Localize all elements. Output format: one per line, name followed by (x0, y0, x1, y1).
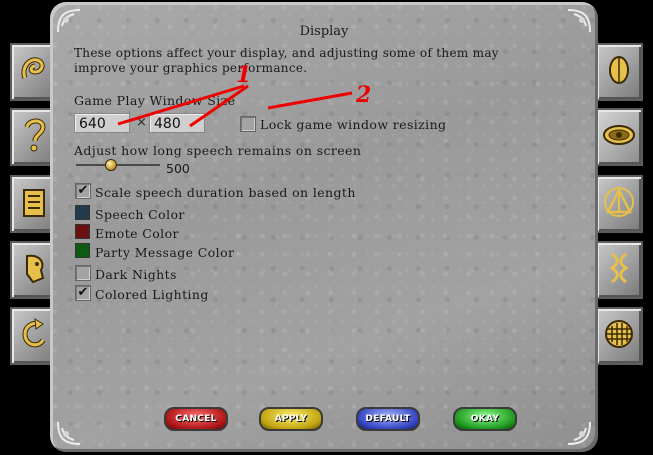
lock-window-checkbox[interactable] (240, 116, 256, 132)
speech-color-swatch[interactable] (75, 205, 90, 220)
emote-color-swatch[interactable] (75, 224, 90, 239)
triangle-icon (602, 182, 636, 226)
lock-window-label: Lock game window resizing (260, 117, 447, 132)
speech-duration-slider-knob[interactable] (104, 159, 117, 171)
dialog-title: Display (299, 24, 349, 39)
speech-duration-label: Adjust how long speech remains on screen (74, 143, 362, 158)
cancel-button[interactable]: CANCEL (164, 407, 228, 431)
default-button[interactable]: DEFAULT (356, 407, 420, 431)
speech-color-label: Speech Color (95, 207, 185, 222)
colored-lighting-checkbox[interactable]: ✔ (75, 285, 91, 301)
display-options-panel: Display These options affect your displa… (50, 2, 598, 452)
window-size-label: Game Play Window Size (74, 93, 236, 108)
face-icon (17, 248, 51, 292)
speech-duration-track[interactable] (76, 164, 160, 166)
apply-button[interactable]: APPLY (259, 407, 323, 431)
scale-speech-checkbox[interactable]: ✔ (75, 183, 91, 199)
window-height-input[interactable]: 480 (149, 113, 205, 133)
party-color-label: Party Message Color (95, 245, 235, 260)
corner-ornament-icon (54, 418, 84, 448)
tab-right-3[interactable] (595, 175, 643, 233)
pouch-icon (602, 50, 636, 94)
eye-icon (602, 115, 636, 159)
annotation-label-2: 2 (356, 82, 372, 108)
dark-nights-label: Dark Nights (95, 267, 177, 282)
party-color-swatch[interactable] (75, 243, 90, 258)
dialog-description: These options affect your display, and a… (74, 46, 499, 75)
speech-duration-value: 500 (166, 161, 190, 176)
tab-right-5[interactable] (595, 307, 643, 365)
colored-lighting-label: Colored Lighting (95, 287, 209, 302)
swirl-icon (17, 50, 51, 94)
window-width-input[interactable]: 640 (74, 113, 130, 133)
grid-icon (602, 314, 636, 358)
annotation-label-1: 1 (236, 62, 252, 88)
figure-icon (602, 248, 636, 292)
corner-ornament-icon (564, 418, 594, 448)
tab-right-1[interactable] (595, 43, 643, 101)
scale-speech-label: Scale speech duration based on length (95, 185, 356, 200)
refresh-arrow-icon (17, 314, 51, 358)
emote-color-label: Emote Color (95, 226, 179, 241)
size-separator: × (136, 115, 147, 130)
tab-right-2[interactable] (595, 108, 643, 166)
tab-right-4[interactable] (595, 241, 643, 299)
book-icon (17, 182, 51, 226)
dark-nights-checkbox[interactable] (75, 265, 91, 281)
okay-button[interactable]: OKAY (453, 407, 517, 431)
question-mark-icon (17, 115, 51, 159)
